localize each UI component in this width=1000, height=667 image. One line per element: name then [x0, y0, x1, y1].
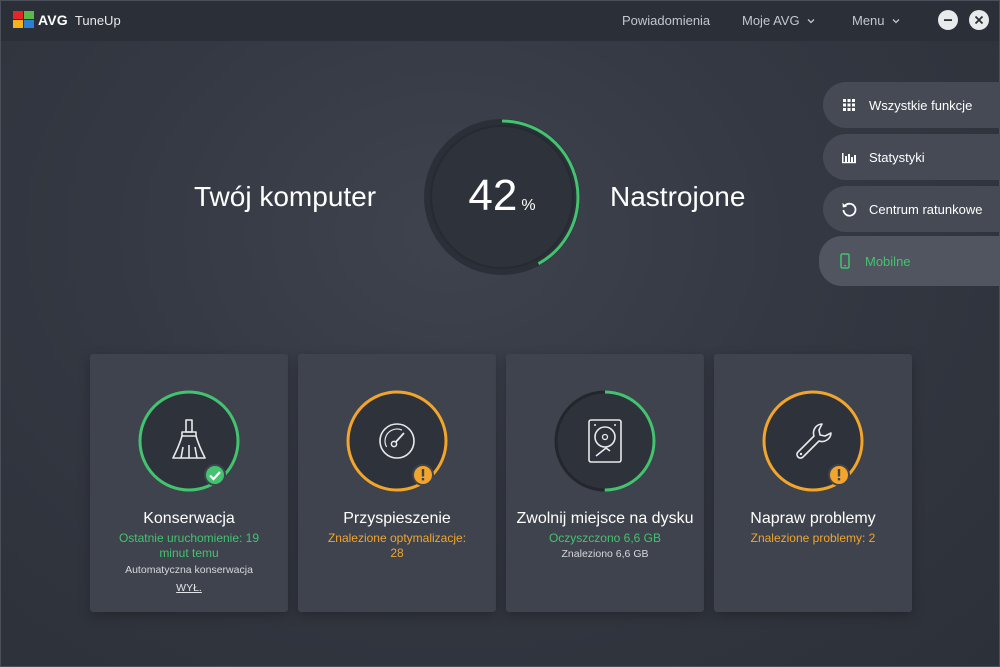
side-item-all-features[interactable]: Wszystkie funkcje — [823, 82, 1000, 128]
card-title-text: Zwolnij miejsce na dysku — [516, 510, 694, 527]
my-avg-label: Moje AVG — [742, 13, 800, 28]
minimize-button[interactable] — [938, 10, 958, 30]
side-item-mobile[interactable]: Mobilne — [819, 236, 1000, 286]
close-icon — [974, 15, 984, 25]
chevron-down-icon — [807, 18, 815, 23]
card-title-text: Konserwacja — [143, 510, 235, 527]
card-title: Napraw problemy Znalezione problemy: 2 — [714, 508, 912, 546]
auto-maintenance-toggle-link[interactable]: WYŁ. — [100, 578, 278, 599]
card-title-text: Przyspieszenie — [343, 510, 451, 527]
menu-label: Menu — [852, 13, 885, 28]
phone-icon — [840, 253, 850, 269]
avg-logo-icon — [13, 11, 34, 28]
speedometer-icon — [379, 423, 415, 459]
grid-icon — [843, 99, 855, 111]
side-item-label: Statystyki — [869, 149, 925, 165]
minimize-icon — [944, 19, 952, 21]
product-name: TuneUp — [74, 12, 121, 28]
broom-icon — [172, 419, 206, 459]
hard-drive-icon — [588, 419, 622, 463]
card-status: Oczyszczono 6,6 GB — [548, 531, 662, 545]
title-bar: AVG TuneUp Powiadomienia Moje AVG Menu — [1, 1, 999, 41]
warning-badge-icon — [412, 464, 434, 486]
notifications-label: Powiadomienia — [622, 13, 711, 28]
card-status: Ostatnie uruchomienie: 19 minut temu — [118, 531, 260, 560]
notifications-link[interactable]: Powiadomienia — [622, 13, 710, 28]
score-number: 42 — [468, 171, 518, 220]
side-item-label: Wszystkie funkcje — [869, 97, 973, 113]
card-disk-cleanup[interactable]: Zwolnij miejsce na dysku Oczyszczono 6,6… — [506, 354, 704, 612]
undo-icon — [842, 202, 857, 217]
score-unit: % — [521, 197, 536, 214]
score-left-label: Twój komputer — [194, 181, 377, 212]
bar-chart-icon — [842, 153, 856, 164]
card-title: Konserwacja Ostatnie uruchomienie: 19 mi… — [90, 508, 288, 599]
wrench-icon — [796, 423, 832, 459]
close-button[interactable] — [969, 10, 989, 30]
main-menu[interactable]: Menu — [852, 13, 900, 28]
card-title: Przyspieszenie Znalezione optymalizacje:… — [298, 508, 496, 561]
card-speedup[interactable]: Przyspieszenie Znalezione optymalizacje:… — [298, 354, 496, 612]
chevron-down-icon — [892, 18, 899, 23]
card-status: Znalezione optymalizacje: 28 — [327, 531, 467, 560]
brand-name: AVG — [38, 12, 68, 28]
card-detail: Automatyczna konserwacja — [125, 564, 253, 576]
card-detail: Znaleziono 6,6 GB — [561, 548, 649, 560]
card-title-text: Napraw problemy — [750, 510, 876, 527]
side-item-label: Centrum ratunkowe — [869, 201, 983, 217]
score-right-label: Nastrojone — [610, 181, 746, 212]
warning-badge-icon — [828, 464, 850, 486]
check-badge-icon — [204, 464, 226, 486]
side-item-rescue-center[interactable]: Centrum ratunkowe — [823, 186, 1000, 232]
card-status: Znalezione problemy: 2 — [750, 531, 876, 545]
card-title: Zwolnij miejsce na dysku Oczyszczono 6,6… — [506, 508, 704, 562]
card-fix-problems[interactable]: Napraw problemy Znalezione problemy: 2 — [714, 354, 912, 612]
side-item-label: Mobilne — [865, 253, 911, 269]
card-maintenance[interactable]: Konserwacja Ostatnie uruchomienie: 19 mi… — [90, 354, 288, 612]
my-avg-menu[interactable]: Moje AVG — [742, 13, 815, 28]
score-value: 42% — [422, 171, 582, 221]
side-item-statistics[interactable]: Statystyki — [823, 134, 1000, 180]
app-logo: AVG TuneUp — [13, 11, 121, 29]
